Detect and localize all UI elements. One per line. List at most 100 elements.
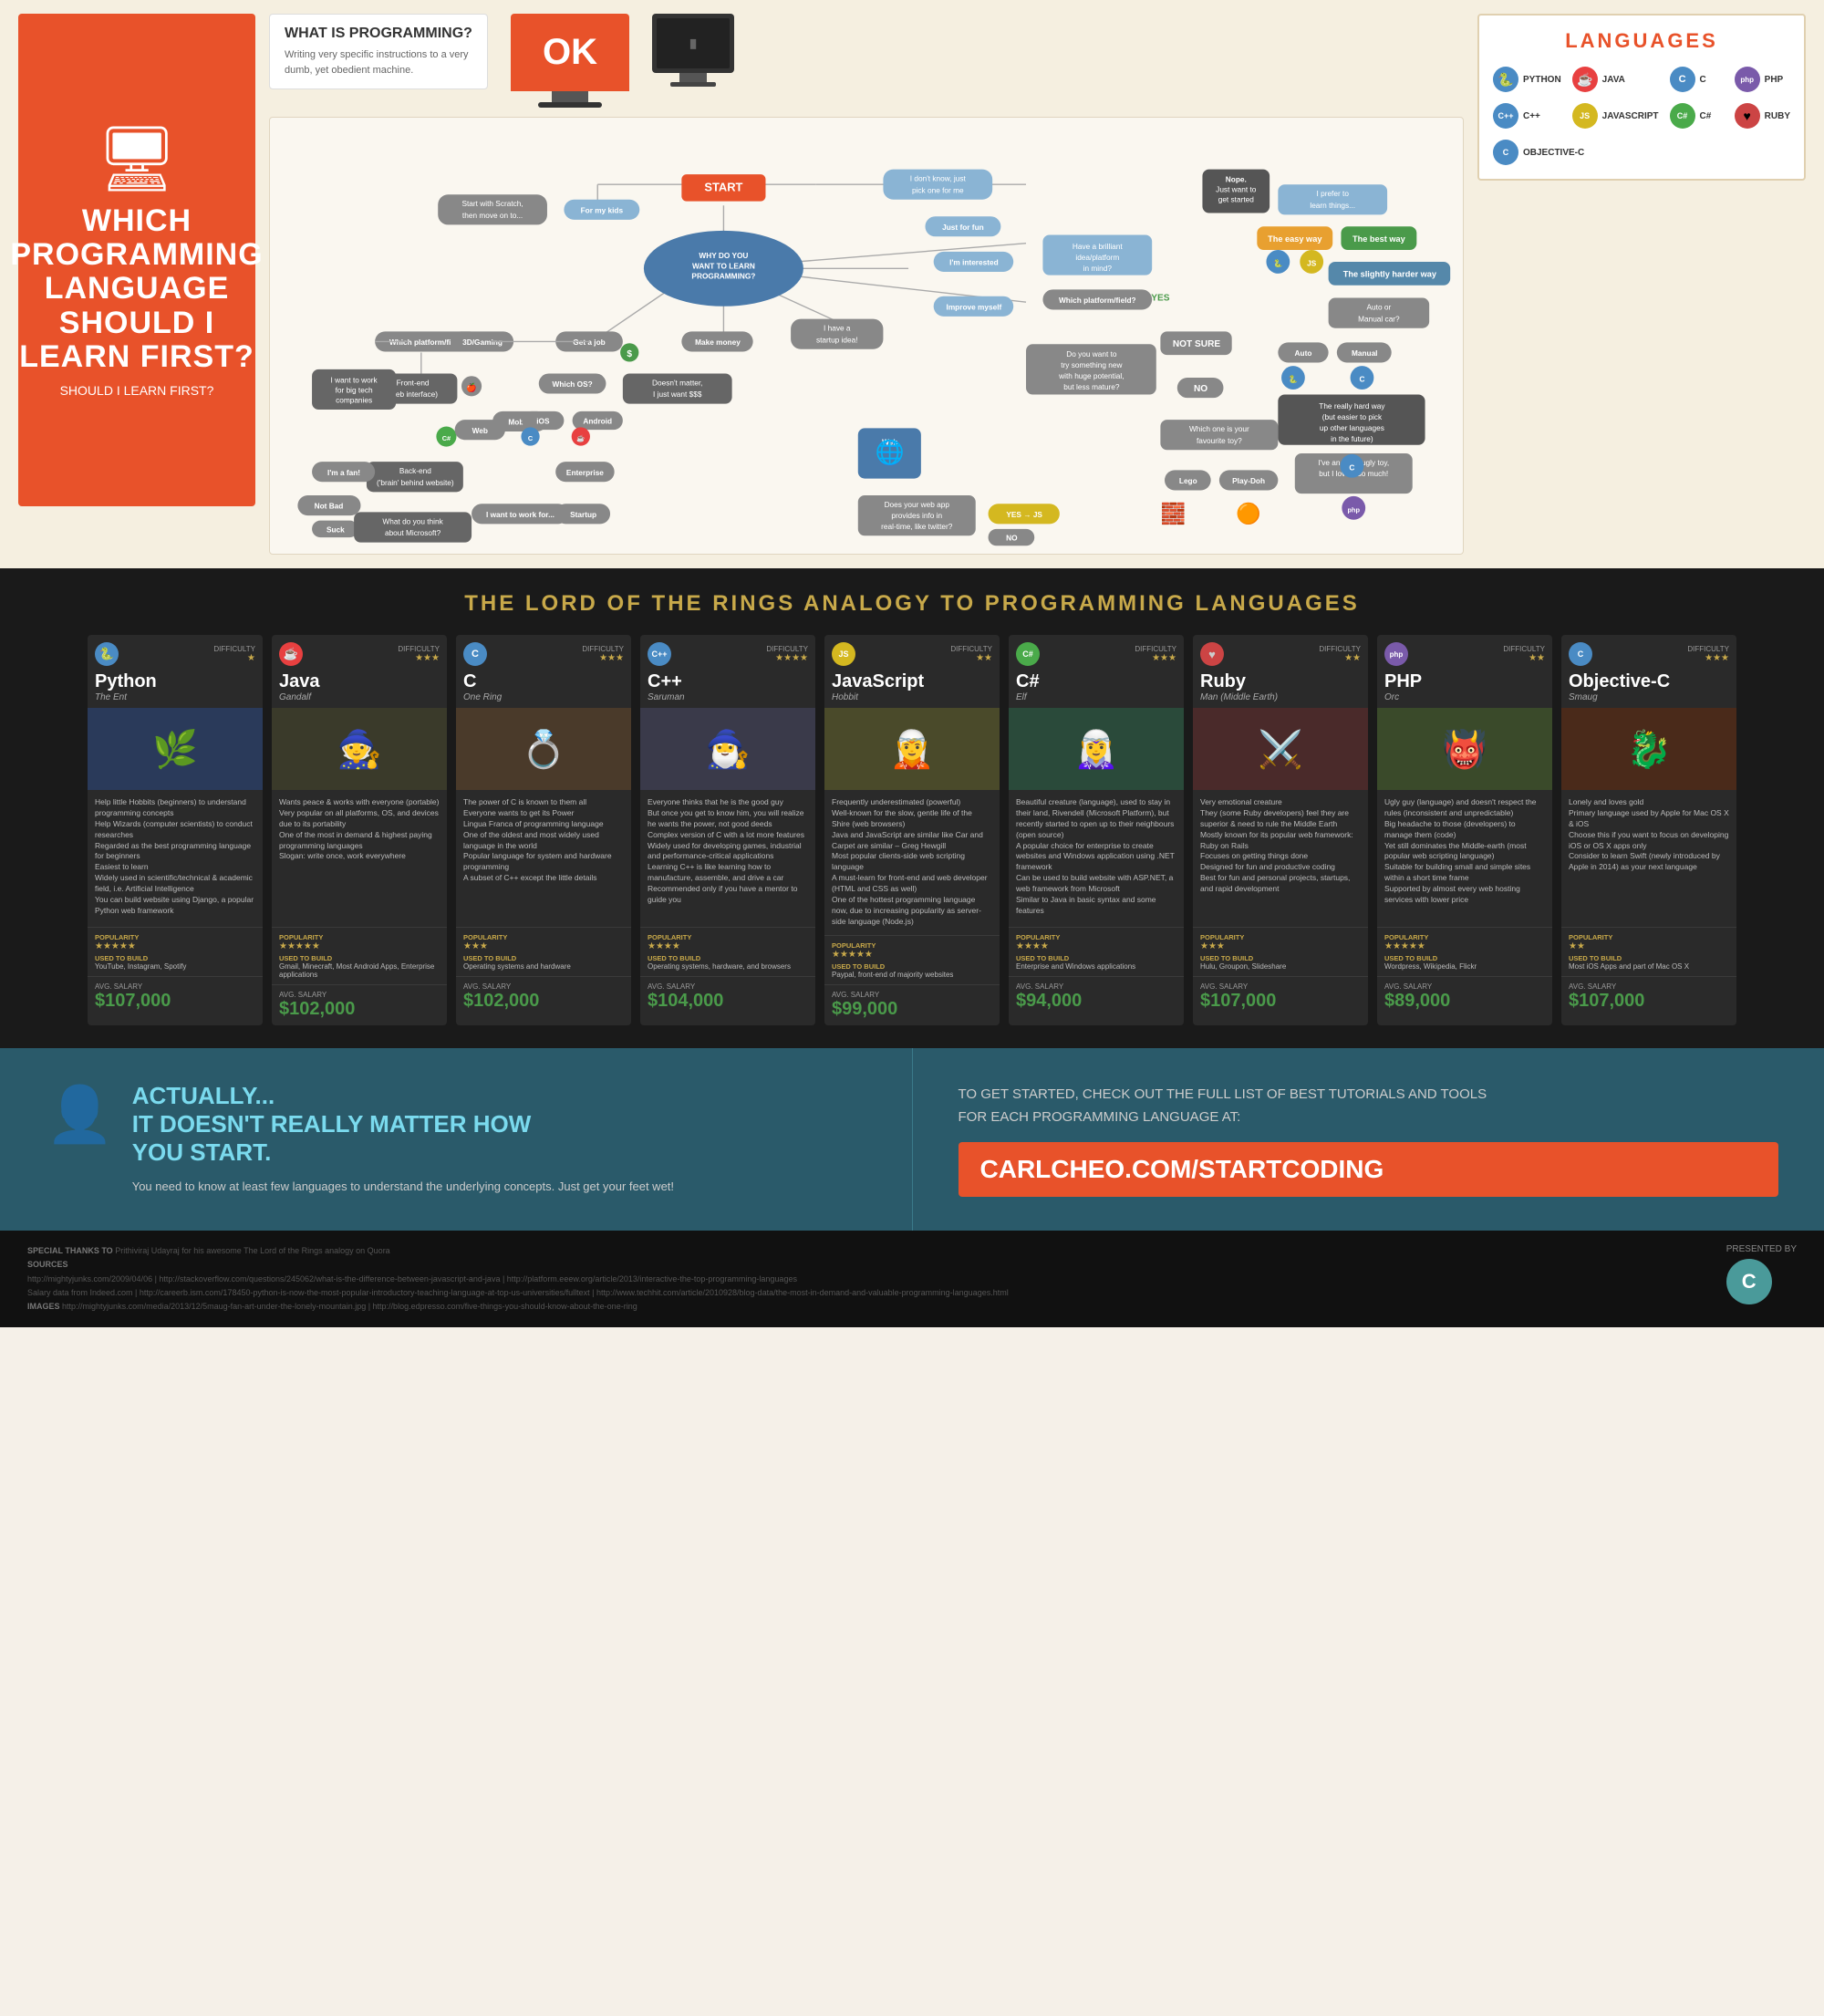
svg-text:Do you want to: Do you want to	[1066, 349, 1117, 359]
svg-text:Does your web app: Does your web app	[885, 500, 950, 509]
svg-text:YES: YES	[1151, 293, 1170, 303]
svg-text:in mind?: in mind?	[1083, 264, 1113, 273]
svg-text:YES → JS: YES → JS	[1006, 510, 1042, 519]
images-label: IMAGES	[27, 1302, 60, 1311]
website-url[interactable]: CARLCHEO.COM/STARTCODING	[959, 1142, 1779, 1197]
main-title: Which Programming Language Should I Lear…	[10, 204, 263, 375]
svg-text:WHY DO YOU: WHY DO YOU	[699, 251, 748, 260]
ok-label: OK	[543, 32, 597, 73]
sources-label: SOURCES	[27, 1260, 68, 1269]
svg-text:🌐: 🌐	[876, 438, 905, 465]
svg-text:Which one is your: Which one is your	[1189, 424, 1249, 433]
svg-text:idea/platform: idea/platform	[1075, 253, 1119, 262]
lotr-section: THE LORD OF THE RINGS ANALOGY TO PROGRAM…	[0, 568, 1824, 1048]
svg-text:pick one for me: pick one for me	[912, 185, 964, 194]
svg-text:Back-end: Back-end	[399, 466, 431, 475]
lang-python-label: PYTHON	[1523, 75, 1561, 85]
lotr-title: THE LORD OF THE RINGS ANALOGY TO PROGRAM…	[18, 591, 1806, 617]
svg-text:C: C	[528, 434, 534, 442]
ok-monitor-display: OK	[511, 14, 629, 108]
lang-c-label: C	[1700, 75, 1706, 85]
svg-text:Just for fun: Just for fun	[942, 223, 984, 232]
lang-ruby-label: RUBY	[1765, 111, 1790, 121]
left-title-panel: 🖥 Which Programming Language Should I Le…	[18, 14, 255, 506]
card-csharp: C# DIFFICULTY★★★ C# Elf 🧝‍♀️ Beautiful c…	[1009, 635, 1184, 1025]
svg-text:Which platform/field?: Which platform/field?	[1059, 296, 1136, 305]
lang-item-php: php PHP	[1735, 67, 1790, 92]
svg-text:C: C	[1349, 462, 1354, 472]
svg-text:I want to work for...: I want to work for...	[486, 510, 554, 519]
svg-text:What do you think: What do you think	[382, 516, 443, 525]
images-credit: http://mightyjunks.com/media/2013/12/5ma…	[62, 1302, 637, 1311]
source-1: http://mightyjunks.com/2009/04/06 | http…	[27, 1274, 797, 1283]
lang-item-c: C C	[1670, 67, 1724, 92]
svg-text:favourite toy?: favourite toy?	[1197, 436, 1242, 445]
svg-text:about Microsoft?: about Microsoft?	[385, 528, 441, 537]
bottom-left: 👤 ACTUALLY...IT DOESN'T REALLY MATTER HO…	[0, 1048, 913, 1231]
wip-heading: WHAT IS PROGRAMMING?	[285, 26, 472, 42]
svg-text:for big tech: for big tech	[336, 386, 373, 395]
card-python: 🐍 DIFFICULTY★ Python The Ent 🌿 Help litt…	[88, 635, 263, 1025]
svg-text:but less mature?: but less mature?	[1063, 382, 1120, 391]
what-is-programming-box: WHAT IS PROGRAMMING? Writing very specif…	[269, 14, 488, 89]
svg-text:🟠: 🟠	[1236, 502, 1261, 525]
lang-objc-label: OBJECTIVE-C	[1523, 148, 1584, 158]
svg-text:Play-Doh: Play-Doh	[1232, 476, 1265, 485]
card-c: C DIFFICULTY★★★ C One Ring 💍 The power o…	[456, 635, 631, 1025]
svg-text:WANT TO LEARN: WANT TO LEARN	[692, 261, 755, 270]
svg-text:🐍: 🐍	[1273, 259, 1282, 268]
svg-text:I don't know, just: I don't know, just	[910, 174, 967, 183]
svg-text:The best way: The best way	[1352, 234, 1406, 244]
card-php: php DIFFICULTY★★ PHP Orc 👹 Ugly guy (lan…	[1377, 635, 1552, 1025]
svg-text:The easy way: The easy way	[1268, 234, 1322, 244]
special-thanks: Prithiviraj Udayraj for his awesome The …	[115, 1246, 390, 1255]
footer-logo-area: PRESENTED BY C	[1726, 1244, 1797, 1304]
svg-text:Not Bad: Not Bad	[315, 502, 344, 511]
svg-text:Doesn't matter,: Doesn't matter,	[652, 378, 702, 387]
lang-item-java: ☕ JAVA	[1572, 67, 1659, 92]
svg-text:I prefer to: I prefer to	[1316, 189, 1349, 198]
svg-text:Have a brilliant: Have a brilliant	[1073, 242, 1123, 251]
svg-text:NO: NO	[1194, 384, 1207, 394]
languages-panel: LANGUAGES 🐍 PYTHON ☕ JAVA C C	[1477, 14, 1806, 181]
footer-sources: SPECIAL THANKS TO Prithiviraj Udayraj fo…	[27, 1244, 1009, 1314]
svg-text:get started: get started	[1218, 195, 1255, 204]
svg-text:I want to work: I want to work	[331, 376, 378, 385]
languages-title: LANGUAGES	[1493, 29, 1790, 53]
svg-text:learn things...: learn things...	[1310, 201, 1355, 210]
lang-item-cpp: C++ C++	[1493, 103, 1561, 129]
svg-text:The slightly harder way: The slightly harder way	[1343, 270, 1437, 279]
svg-text:☕: ☕	[576, 434, 585, 442]
svg-text:Improve myself: Improve myself	[947, 302, 1002, 311]
svg-text:Web: Web	[472, 426, 488, 435]
svg-text:(but easier to pick: (but easier to pick	[1322, 412, 1383, 421]
lang-item-python: 🐍 PYTHON	[1493, 67, 1561, 92]
bottom-right: TO GET STARTED, CHECK OUT THE FULL LIST …	[913, 1048, 1824, 1231]
wip-body: Writing very specific instructions to a …	[285, 47, 472, 78]
flowchart-area: START For my kids Start with Scratch, th…	[269, 117, 1464, 555]
svg-text:Lego: Lego	[1179, 476, 1197, 485]
svg-text:C#: C#	[442, 434, 451, 442]
footer: SPECIAL THANKS TO Prithiviraj Udayraj fo…	[0, 1231, 1824, 1327]
svg-text:🐍: 🐍	[1289, 375, 1298, 384]
svg-text:Start with Scratch,: Start with Scratch,	[461, 199, 523, 208]
lang-item-csharp: C# C#	[1670, 103, 1724, 129]
svg-text:$: $	[627, 349, 632, 359]
svg-text:Make money: Make money	[695, 338, 741, 347]
svg-text:up other languages: up other languages	[1320, 423, 1384, 432]
svg-text:Suck: Suck	[326, 525, 345, 535]
svg-text:('brain' behind website): ('brain' behind website)	[377, 478, 454, 487]
svg-text:Auto or: Auto or	[1367, 302, 1392, 311]
svg-text:php: php	[1348, 505, 1361, 514]
svg-text:Nope.: Nope.	[1226, 174, 1247, 183]
card-java: ☕ DIFFICULTY★★★ Java Gandalf 🧙 Wants pea…	[272, 635, 447, 1025]
lang-java-label: JAVA	[1602, 75, 1625, 85]
svg-text:Which OS?: Which OS?	[553, 379, 593, 389]
svg-text:Startup: Startup	[570, 510, 596, 519]
svg-text:START: START	[704, 181, 742, 194]
svg-text:Manual car?: Manual car?	[1358, 314, 1400, 323]
svg-text:I'm interested: I'm interested	[949, 258, 999, 267]
bottom-section: 👤 ACTUALLY...IT DOESN'T REALLY MATTER HO…	[0, 1048, 1824, 1231]
svg-text:I'm a fan!: I'm a fan!	[327, 468, 360, 477]
svg-text:in the future): in the future)	[1331, 434, 1373, 443]
